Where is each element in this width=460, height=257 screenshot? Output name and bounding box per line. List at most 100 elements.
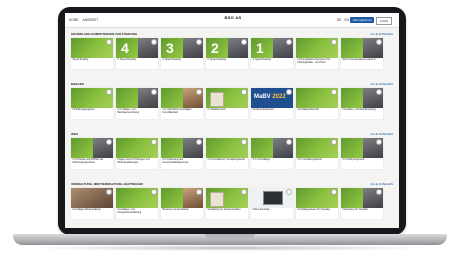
course-card[interactable]: 2 2. Speed Reading — [206, 38, 248, 69]
course-card[interactable]: Fortbildungsangebote — [71, 88, 113, 119]
lang-en-link[interactable]: EN — [344, 18, 348, 22]
card-text: Kundenzufriedenheit — [251, 108, 293, 119]
bookmark-icon[interactable] — [106, 139, 112, 145]
laptop-shadow — [30, 245, 430, 251]
bookmark-icon[interactable] — [331, 189, 337, 195]
register-button[interactable]: Jetzt registrieren — [350, 17, 374, 23]
bookmark-icon[interactable] — [286, 189, 292, 195]
course-card[interactable]: 2.2.1 Rechtliche Grundlagen Immobilienka… — [161, 88, 203, 119]
course-card[interactable]: 2.3.3 Wohnungsrecht — [341, 138, 383, 169]
course-card[interactable]: MaBV 2022 Kundenzufriedenheit — [251, 88, 293, 119]
course-title: Kommunikations-Kompetenz für Führungskrä… — [297, 59, 331, 64]
course-card[interactable]: Grundlagen Mietverwaltung — [71, 188, 113, 219]
course-card[interactable]: Fragen rund um Prüfungen und Beschlussfa… — [116, 138, 158, 169]
course-title: Kundenzufriedenheit — [252, 109, 274, 111]
course-card[interactable]: Nach Krisensituationen wieder in... — [341, 38, 383, 69]
course-title: 2.3.1 Grundlagen — [252, 159, 271, 161]
course-card[interactable]: 1 1. Speed Reading — [251, 38, 293, 69]
screen: HOME ANGEBOT BSO AS DE EN Jetzt registri… — [65, 13, 399, 228]
course-section: GRUNDLAGE-KOMPETENZEN ZUR FÜHRUNG ALLE AN… — [71, 32, 393, 69]
bookmark-icon[interactable] — [196, 39, 202, 45]
bookmark-icon[interactable] — [151, 39, 157, 45]
view-all-link[interactable]: ALLE ANSEHEN — [370, 82, 393, 86]
view-all-link[interactable]: ALLE ANSEHEN — [370, 32, 393, 36]
course-title: Speed Reading — [72, 59, 89, 61]
nav-home-link[interactable]: HOME — [69, 18, 79, 22]
course-card[interactable]: 2.3.1 Grundlagen — [251, 138, 293, 169]
laptop-frame: HOME ANGEBOT BSO AS DE EN Jetzt registri… — [0, 0, 460, 257]
bookmark-icon[interactable] — [106, 89, 112, 95]
course-number: 3 — [166, 40, 174, 56]
bookmark-icon[interactable] — [376, 39, 382, 45]
course-card[interactable]: Fachwissen für Verwalter — [341, 188, 383, 219]
course-title: Online-Seminare — [252, 209, 270, 211]
course-card[interactable]: Grundlagenwissen für Verwalter — [296, 188, 338, 219]
course-card[interactable]: Grundlagenübersicht — [296, 88, 338, 119]
course-title: Beratung und Verwaltung — [162, 209, 189, 211]
bookmark-icon[interactable] — [331, 89, 337, 95]
bookmark-icon[interactable] — [331, 39, 337, 45]
bookmark-icon[interactable] — [241, 139, 247, 145]
course-thumbnail — [161, 138, 203, 158]
course-thumbnail — [296, 38, 338, 58]
course-card[interactable]: 4 4. Speed Reading — [116, 38, 158, 69]
course-card[interactable]: Speed Reading — [71, 38, 113, 69]
course-card[interactable]: 2.3.1 Verwaltungsbeirat — [296, 138, 338, 169]
course-title: Grundlagen Mietverwaltung — [72, 209, 101, 211]
bookmark-icon[interactable] — [241, 39, 247, 45]
bookmark-icon[interactable] — [241, 89, 247, 95]
bookmark-icon[interactable] — [106, 39, 112, 45]
course-card[interactable]: Grundlagen- und Kompetenzentwicklung — [116, 188, 158, 219]
card-text: Fragen rund um Prüfungen und Beschlussfa… — [116, 158, 158, 169]
course-card[interactable]: 2.1 Marktkenntnis — [206, 88, 248, 119]
book-image — [210, 192, 224, 207]
site-logo[interactable]: BSO AS — [223, 15, 243, 24]
card-text: Fachwissen für Verwalter — [341, 208, 383, 219]
lang-de-link[interactable]: DE — [337, 18, 341, 22]
bookmark-icon[interactable] — [376, 89, 382, 95]
course-card[interactable]: 2.3.2 Verwaltung / Verwaltungsbeirat — [206, 138, 248, 169]
bookmark-icon[interactable] — [151, 139, 157, 145]
bookmark-icon[interactable] — [241, 189, 247, 195]
bookmark-icon[interactable] — [376, 139, 382, 145]
course-thumbnail — [71, 138, 113, 158]
course-card[interactable]: Kommunikations-Kompetenz für Führungskrä… — [296, 38, 338, 69]
bookmark-icon[interactable] — [286, 139, 292, 145]
course-card[interactable]: 3 3. Speed Reading — [161, 38, 203, 69]
course-title: Immobilien- und Rechtsberatung — [342, 109, 376, 111]
course-card[interactable]: Online-Seminare — [251, 188, 293, 219]
view-all-link[interactable]: ALLE ANSEHEN — [370, 182, 393, 186]
bookmark-icon[interactable] — [196, 189, 202, 195]
bookmark-icon[interactable] — [151, 89, 157, 95]
course-thumbnail — [206, 138, 248, 158]
main-nav: HOME ANGEBOT — [69, 18, 98, 22]
login-button[interactable]: LOGIN — [376, 17, 392, 25]
bookmark-icon[interactable] — [196, 89, 202, 95]
card-text: Immobilien- und Rechtsberatung — [341, 108, 383, 119]
course-card[interactable]: 2.3.5 Rechte und Pflichten der Wohnungse… — [71, 138, 113, 169]
bookmark-icon[interactable] — [376, 189, 382, 195]
bookmark-icon[interactable] — [286, 39, 292, 45]
course-card[interactable]: Immobilien- und Rechtsberatung — [341, 88, 383, 119]
course-card[interactable]: Beratung und Verwaltung — [161, 188, 203, 219]
bookmark-icon[interactable] — [331, 139, 337, 145]
bookmark-icon[interactable] — [151, 189, 157, 195]
course-section: MAKLER ALLE ANSEHEN Fortbildungsangebote 2.… — [71, 82, 393, 119]
course-title: 2.3.1 Verwaltungsbeirat — [297, 159, 322, 161]
bookmark-icon[interactable] — [286, 89, 292, 95]
card-text: Grundlagenübersicht — [296, 108, 338, 119]
card-row: Grundlagen Mietverwaltung Grundlagen- und… — [71, 188, 393, 219]
bookmark-icon[interactable] — [196, 139, 202, 145]
course-thumbnail — [206, 188, 248, 208]
course-card[interactable]: Verwaltung von Gemeinschaften — [206, 188, 248, 219]
card-text: Beratung und Verwaltung — [161, 208, 203, 219]
course-card[interactable]: 2.3.3 Sanierung des Gemeinschaftseigentu… — [161, 138, 203, 169]
card-text: 2.2.1 Rechtliche Grundlagen Immobilienka… — [161, 108, 203, 119]
view-all-link[interactable]: ALLE ANSEHEN — [370, 132, 393, 136]
bookmark-icon[interactable] — [106, 189, 112, 195]
course-thumbnail: 4 — [116, 38, 158, 58]
nav-offer-link[interactable]: ANGEBOT — [83, 18, 99, 22]
card-text: 4. Speed Reading — [116, 58, 158, 69]
course-thumbnail — [161, 188, 203, 208]
course-card[interactable]: 2.3.1 Makler- und Bauträgerverordnung — [116, 88, 158, 119]
